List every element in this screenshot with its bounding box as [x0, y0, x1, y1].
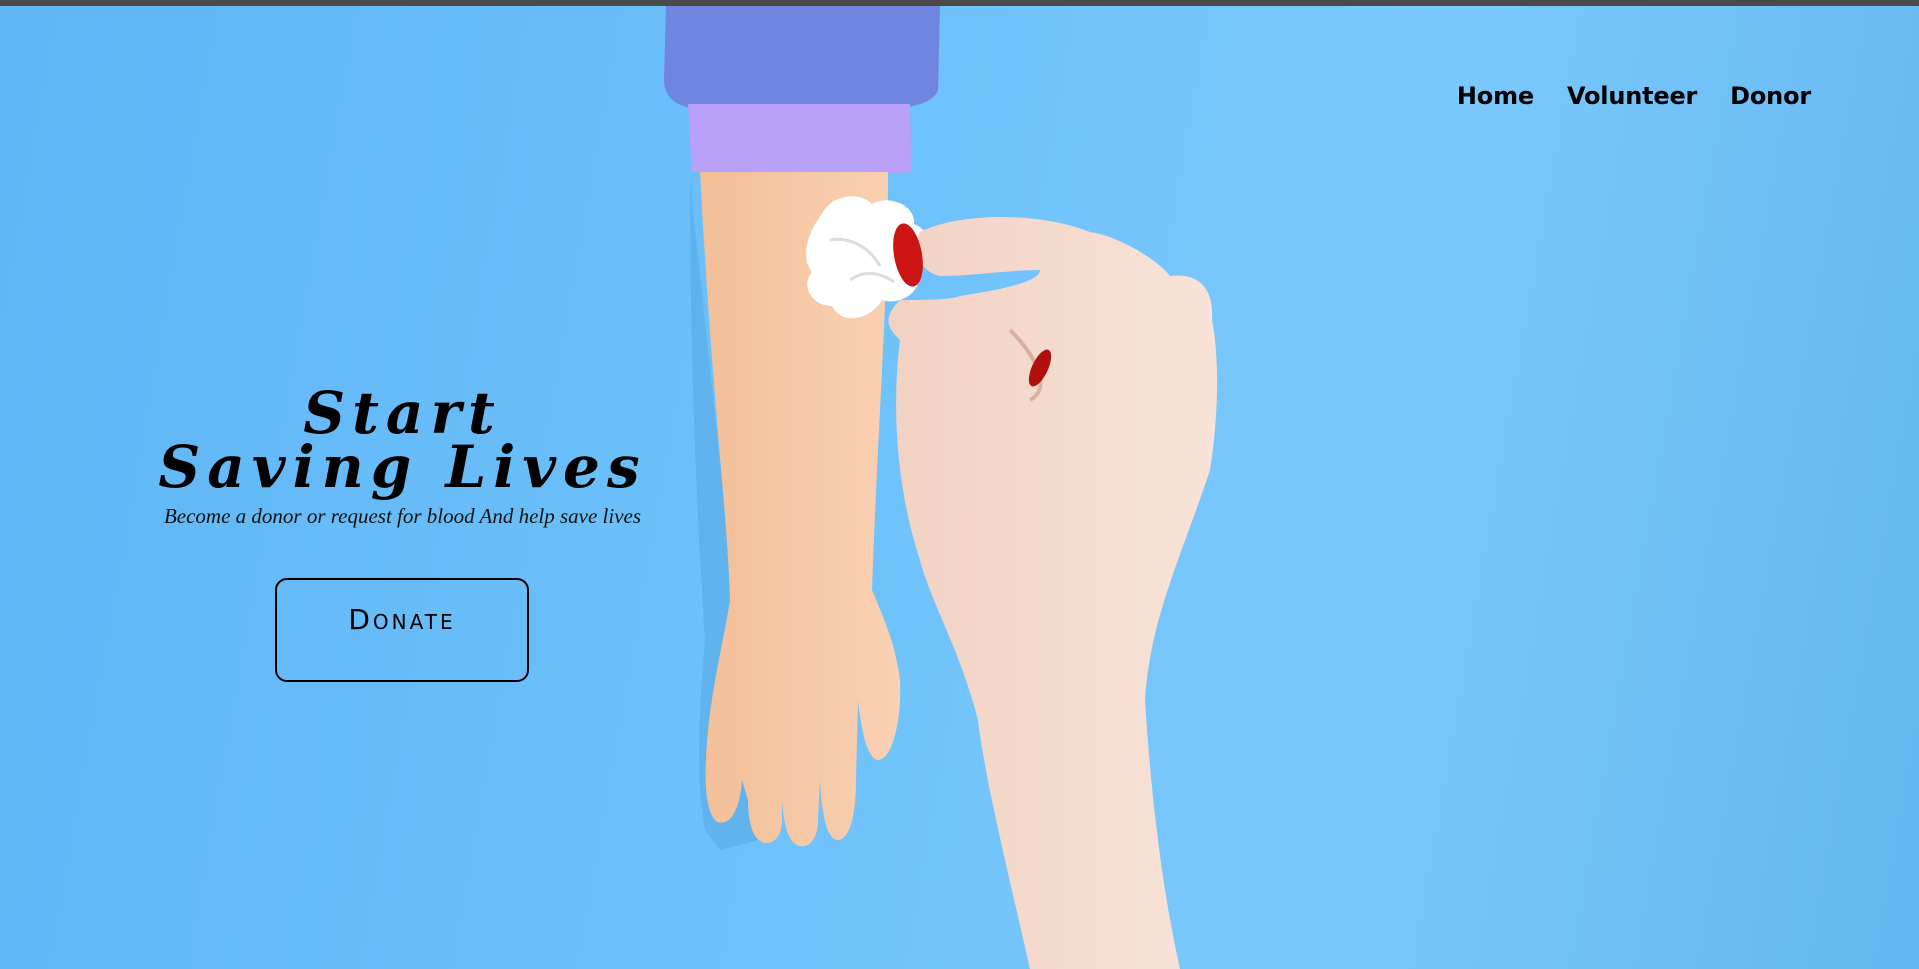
nav-item-volunteer[interactable]: Volunteer [1567, 82, 1697, 110]
nav-item-donor[interactable]: Donor [1730, 82, 1811, 110]
cuff-shape [688, 104, 912, 176]
main-nav: Home Volunteer Donor [1424, 82, 1811, 110]
hero-title-line-1: Start [303, 379, 502, 447]
hero-title: Start Saving Lives [140, 379, 665, 501]
nav-item-home[interactable]: Home [1457, 82, 1534, 110]
donate-button[interactable]: Donate [275, 578, 529, 682]
page: Home Volunteer Donor Start Saving Lives … [0, 0, 1919, 969]
hero-text: Start Saving Lives Become a donor or req… [140, 379, 665, 529]
sleeve-shape [664, 6, 940, 108]
hero-title-line-2: Saving Lives [158, 433, 647, 501]
hand-shape [888, 217, 1218, 969]
hero-subtitle: Become a donor or request for blood And … [163, 504, 642, 528]
